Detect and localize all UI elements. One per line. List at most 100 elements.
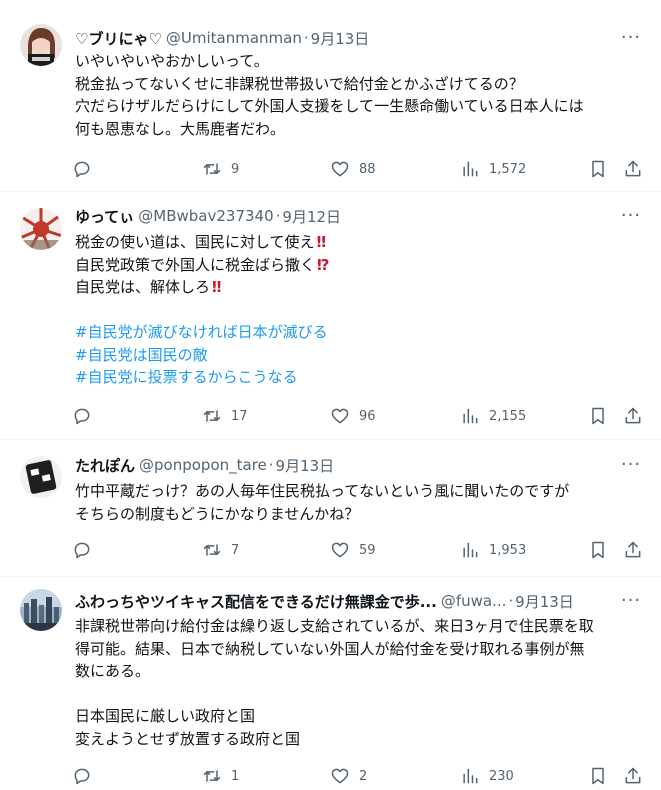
bookmark-icon [592, 160, 604, 178]
reply-button[interactable] [72, 402, 101, 430]
reply-icon [74, 161, 90, 178]
post-date[interactable]: 9月13日 [276, 455, 335, 476]
bookmark-icon [592, 767, 604, 785]
bookmark-button[interactable] [588, 762, 608, 790]
tweet[interactable]: ゆってぃ @MBwbav237340 · 9月12日 ··· 税金の使い道は、国… [0, 192, 661, 440]
bookmark-button[interactable] [588, 155, 608, 183]
like-button[interactable]: 2 [330, 762, 367, 790]
post-date[interactable]: 9月13日 [311, 28, 370, 49]
text-line: 税金払ってないくせに非課税世帯扱いで給付金とかふざけてるの？ [75, 74, 524, 93]
user-handle[interactable]: @Umitanmanman [166, 29, 302, 47]
user-handle[interactable]: @MBwbav237340 [138, 207, 273, 225]
user-handle[interactable]: @fuwa... [441, 592, 507, 610]
share-button[interactable] [623, 762, 643, 790]
share-button[interactable] [623, 536, 643, 564]
avatar[interactable] [20, 589, 62, 631]
more-options-icon[interactable]: ··· [619, 455, 643, 475]
share-icon [625, 160, 641, 177]
tweet[interactable]: ふわっちやツイキャス配信をできるだけ無課金で歩... @fuwa... · 9月… [0, 577, 661, 790]
retweet-button[interactable]: 7 [202, 536, 239, 564]
tweet[interactable]: たれぽん @ponpopon_tare · 9月13日 ··· 竹中平蔵だっけ？… [0, 440, 661, 577]
display-name[interactable]: ♡ブリにゃ♡ [75, 28, 162, 49]
bookmark-button[interactable] [588, 536, 608, 564]
retweet-icon [203, 163, 221, 175]
reply-button[interactable] [72, 762, 101, 790]
hashtag-link[interactable]: #自民党に投票するからこうなる [75, 366, 641, 389]
reply-icon [74, 768, 90, 785]
retweet-count: 7 [231, 542, 240, 558]
text-line: 何も恩恵なし。大馬鹿者だわ。 [75, 119, 286, 138]
display-name[interactable]: ふわっちやツイキャス配信をできるだけ無課金で歩... [75, 591, 437, 612]
views-button[interactable]: 1,572 [460, 155, 526, 183]
text-line: 数にある。 [75, 662, 151, 680]
text-line: 得可能。結果、日本で納税していない外国人が給付金を受け取れる事例が無 [75, 639, 585, 658]
heart-icon [331, 161, 349, 177]
text-line: そちらの制度もどうにかなりませんかね？ [75, 504, 360, 523]
views-icon [463, 768, 478, 784]
post-date[interactable]: 9月13日 [515, 591, 574, 612]
bookmark-icon [592, 407, 604, 425]
more-options-icon[interactable]: ··· [619, 28, 643, 48]
share-icon [625, 407, 641, 424]
share-icon [625, 767, 641, 784]
reply-button[interactable] [72, 155, 101, 183]
display-name[interactable]: たれぽん [75, 455, 135, 476]
views-icon [463, 542, 478, 558]
share-button[interactable] [623, 402, 643, 430]
heart-icon [331, 768, 349, 784]
retweet-button[interactable]: 1 [202, 762, 239, 790]
text-line: 竹中平蔵だっけ？あの人毎年住民税払ってないという風に聞いたのですが [75, 482, 570, 500]
action-bar: 1 2 230 [68, 762, 643, 790]
separator-dot: · [268, 456, 274, 474]
avatar[interactable] [20, 24, 62, 66]
like-button[interactable]: 88 [330, 155, 376, 183]
retweet-icon [203, 770, 221, 782]
text-fragment: 自民党は、解体しろ [75, 278, 211, 296]
bookmark-icon [592, 541, 604, 559]
text-line: 自民党は、解体しろ ‼ [75, 276, 641, 299]
hashtag-link[interactable]: #自民党が滅びなければ日本が滅びる [75, 321, 641, 344]
like-button[interactable]: 96 [330, 402, 376, 430]
view-count: 230 [489, 768, 514, 784]
retweet-button[interactable]: 9 [202, 155, 239, 183]
separator-dot: · [303, 29, 309, 47]
avatar[interactable] [20, 456, 62, 498]
view-count: 2,155 [489, 408, 527, 424]
display-name[interactable]: ゆってぃ [75, 206, 134, 227]
hashtag-link[interactable]: #自民党は国民の敵 [75, 344, 641, 367]
avatar[interactable] [20, 208, 62, 250]
tweet-text: 竹中平蔵だっけ？あの人毎年住民税払ってないという風に聞いたのですが そちらの制度… [75, 480, 641, 525]
like-count: 2 [359, 768, 368, 784]
double-exclamation-emoji: ‼ [316, 233, 326, 251]
bookmark-button[interactable] [588, 402, 608, 430]
retweet-icon [203, 410, 221, 422]
action-bar: 17 96 2,155 [68, 402, 643, 430]
reply-icon [74, 542, 90, 559]
separator-dot: · [275, 207, 281, 225]
heart-icon [331, 408, 349, 424]
share-button[interactable] [623, 155, 643, 183]
user-handle[interactable]: @ponpopon_tare [139, 456, 267, 474]
tweet[interactable]: ♡ブリにゃ♡ @Umitanmanman · 9月13日 ··· いやいやいやお… [0, 0, 661, 192]
like-count: 88 [359, 161, 376, 177]
more-options-icon[interactable]: ··· [619, 206, 643, 226]
share-icon [625, 541, 641, 558]
text-line: いやいやいやおかしいって。 [75, 52, 269, 70]
retweet-icon [203, 544, 221, 556]
tweet-text: 税金の使い道は、国民に対して使え ‼ 自民党政策で外国人に税金ばら撒く ⁉ 自民党は… [75, 231, 641, 389]
reply-button[interactable] [72, 536, 101, 564]
text-line: 日本国民に厳しい政府と国 [75, 707, 256, 725]
tweet-text: いやいやいやおかしいって。 税金払ってないくせに非課税世帯扱いで給付金とかふざけ… [75, 50, 641, 140]
retweet-count: 9 [231, 161, 240, 177]
double-exclamation-emoji: ‼ [212, 278, 222, 296]
views-button[interactable]: 230 [460, 762, 514, 790]
post-date[interactable]: 9月12日 [282, 206, 341, 227]
more-options-icon[interactable]: ··· [619, 591, 643, 611]
text-line: 税金の使い道は、国民に対して使え ‼ [75, 231, 641, 254]
like-button[interactable]: 59 [330, 536, 376, 564]
retweet-button[interactable]: 17 [202, 402, 248, 430]
views-button[interactable]: 1,953 [460, 536, 526, 564]
views-button[interactable]: 2,155 [460, 402, 526, 430]
views-icon [463, 161, 478, 177]
